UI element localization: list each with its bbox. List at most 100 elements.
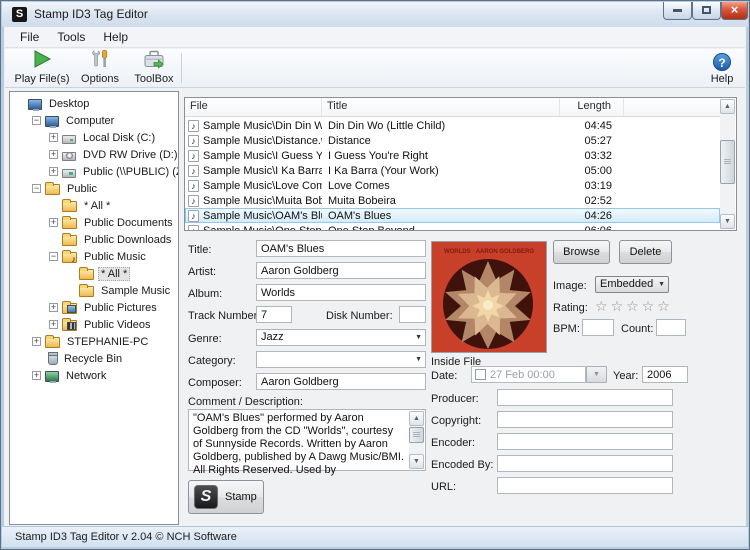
tree-item-network[interactable]: +Network <box>10 367 178 384</box>
tree-item-all[interactable]: * All * <box>10 265 178 282</box>
file-list-scrollbar[interactable]: ▲ ▼ <box>720 99 735 229</box>
menu-file[interactable]: File <box>11 28 48 46</box>
star-icon[interactable]: ☆ <box>595 298 611 314</box>
scroll-up-icon[interactable]: ▲ <box>720 99 735 114</box>
file-row[interactable]: ♪Sample Music\OAM's Blue...OAM's Blues04… <box>185 208 720 223</box>
comment-field[interactable]: "OAM's Blues" performed by Aaron Goldber… <box>188 409 426 471</box>
column-header-length[interactable]: Length <box>560 98 624 116</box>
bpm-field[interactable] <box>582 319 614 336</box>
file-row[interactable]: ♪Sample Music\I Ka Barra (...I Ka Barra … <box>185 163 720 178</box>
album-field[interactable] <box>256 284 426 301</box>
encoder-field[interactable] <box>497 433 673 450</box>
expand-icon[interactable]: + <box>32 371 41 380</box>
column-header-file[interactable]: File <box>185 98 322 116</box>
collapse-icon[interactable]: − <box>49 252 58 261</box>
play-files-button[interactable]: Play File(s) <box>11 51 73 86</box>
date-field[interactable]: 27 Feb 00:00 <box>471 366 586 383</box>
count-label: Count: <box>621 323 653 335</box>
status-bar: Stamp ID3 Tag Editor v 2.04 © NCH Softwa… <box>2 526 748 547</box>
encoded-by-field[interactable] <box>497 455 673 472</box>
menu-tools[interactable]: Tools <box>48 28 94 46</box>
delete-button[interactable]: Delete <box>619 240 672 264</box>
close-button[interactable]: × <box>721 2 748 20</box>
url-field[interactable] <box>497 477 673 494</box>
scroll-down-icon[interactable]: ▼ <box>720 214 735 229</box>
tree-item-local-disk-c[interactable]: +Local Disk (C:) <box>10 129 178 146</box>
star-icon[interactable]: ☆ <box>626 298 642 314</box>
file-row[interactable]: ♪Sample Music\Love Come...Love Comes03:1… <box>185 178 720 193</box>
tree-item-public-documents[interactable]: +Public Documents <box>10 214 178 231</box>
tree-item-public[interactable]: −Public <box>10 180 178 197</box>
folder-icon <box>79 269 94 280</box>
tree-item-public-pictures[interactable]: +Public Pictures <box>10 299 178 316</box>
expand-icon[interactable]: + <box>49 133 58 142</box>
stamp-button[interactable]: S Stamp <box>188 480 264 514</box>
composer-field[interactable] <box>256 373 426 390</box>
expand-icon[interactable]: + <box>49 303 58 312</box>
scroll-down-icon[interactable]: ▼ <box>409 454 424 469</box>
date-label: Date: <box>431 370 457 382</box>
tree-item-desktop[interactable]: Desktop <box>10 95 178 112</box>
tree-item-public-music[interactable]: −Public Music <box>10 248 178 265</box>
year-field[interactable] <box>642 366 688 383</box>
minimize-button[interactable] <box>663 2 692 20</box>
scrollbar-thumb[interactable] <box>720 140 735 184</box>
folder-music-icon <box>62 252 77 263</box>
artist-field[interactable] <box>256 262 426 279</box>
tree-item-all[interactable]: * All * <box>10 197 178 214</box>
collapse-icon[interactable]: − <box>32 184 41 193</box>
desktop-icon <box>28 99 42 110</box>
expand-icon[interactable]: + <box>49 167 58 176</box>
tree-item-sample-music[interactable]: Sample Music <box>10 282 178 299</box>
tree-item-dvd-rw-drive-d[interactable]: +DVD RW Drive (D:) <box>10 146 178 163</box>
rating-stars[interactable]: ☆☆☆☆☆ <box>595 298 673 315</box>
expand-icon[interactable]: + <box>49 218 58 227</box>
copyright-field[interactable] <box>497 411 673 428</box>
url-label: URL: <box>431 481 456 493</box>
network-icon <box>45 371 59 382</box>
file-name: Sample Music\I Ka Barra (... <box>203 165 322 177</box>
image-select[interactable]: Embedded▼ <box>595 276 669 293</box>
options-button[interactable]: Options <box>75 51 125 86</box>
tree-item-computer[interactable]: −Computer <box>10 112 178 129</box>
expand-icon[interactable]: + <box>49 320 58 329</box>
expand-icon[interactable]: + <box>32 337 41 346</box>
column-header-title[interactable]: Title <box>322 98 560 116</box>
tree-item-public-videos[interactable]: +Public Videos <box>10 316 178 333</box>
file-row[interactable]: ♪Sample Music\Muita Bobei...Muita Bobeir… <box>185 193 720 208</box>
file-row[interactable]: ♪Sample Music\One Step B...One Step Beyo… <box>185 223 720 231</box>
count-field[interactable] <box>656 319 686 336</box>
tree-item-recycle-bin[interactable]: Recycle Bin <box>10 350 178 367</box>
file-row[interactable]: ♪Sample Music\I Guess Yo...I Guess You'r… <box>185 148 720 163</box>
tree-item-stephanie-pc[interactable]: +STEPHANIE-PC <box>10 333 178 350</box>
collapse-icon[interactable]: − <box>32 116 41 125</box>
track-number-field[interactable] <box>256 306 292 323</box>
scrollbar-thumb[interactable] <box>409 427 424 443</box>
maximize-button[interactable] <box>692 2 721 20</box>
category-select[interactable]: ▼ <box>256 351 426 368</box>
scroll-up-icon[interactable]: ▲ <box>409 411 424 426</box>
date-checkbox[interactable] <box>475 369 486 380</box>
title-field[interactable] <box>256 240 426 257</box>
music-note-icon: ♪ <box>188 165 199 177</box>
tree-item-public-public-z[interactable]: +Public (\\PUBLIC) (Z:) <box>10 163 178 180</box>
menu-help[interactable]: Help <box>94 28 137 46</box>
toolbar-separator <box>181 53 182 83</box>
file-row[interactable]: ♪Sample Music\Din Din Wo ...Din Din Wo (… <box>185 118 720 133</box>
comment-scrollbar[interactable]: ▲ ▼ <box>409 411 424 469</box>
producer-field[interactable] <box>497 389 673 406</box>
star-icon[interactable]: ☆ <box>657 298 673 314</box>
star-icon[interactable]: ☆ <box>611 298 627 314</box>
file-row[interactable]: ♪Sample Music\Distance.wmaDistance05:27 <box>185 133 720 148</box>
browse-button[interactable]: Browse <box>553 240 610 264</box>
disk-number-field[interactable] <box>399 306 426 323</box>
help-button[interactable]: ? Help <box>702 51 742 86</box>
genre-select[interactable]: Jazz▼ <box>256 329 426 346</box>
title-bar[interactable]: S Stamp ID3 Tag Editor <box>2 2 748 27</box>
toolbox-button[interactable]: ToolBox <box>127 51 181 86</box>
star-icon[interactable]: ☆ <box>642 298 658 314</box>
date-dropdown-button[interactable]: ▼ <box>586 366 607 383</box>
expand-icon[interactable]: + <box>49 150 58 159</box>
tree-item-label: * All * <box>98 267 130 281</box>
tree-item-public-downloads[interactable]: Public Downloads <box>10 231 178 248</box>
